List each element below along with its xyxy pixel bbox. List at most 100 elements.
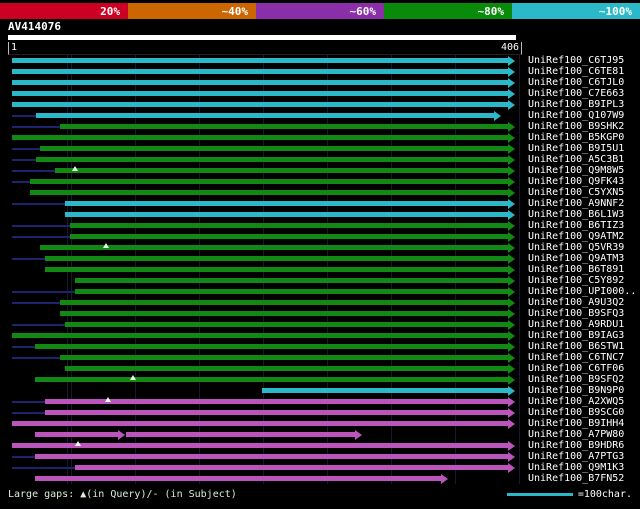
hit-label[interactable]: UniRef100_B9I5U1 xyxy=(528,143,624,154)
hit-label[interactable]: UniRef100_B6TIZ3 xyxy=(528,220,624,231)
hit-label[interactable]: UniRef100_C6TJL0 xyxy=(528,77,624,88)
alignment-bar[interactable] xyxy=(40,146,508,151)
alignment-bar[interactable] xyxy=(262,388,508,393)
alignment-arrowhead-icon xyxy=(508,144,515,154)
hit-label[interactable]: UniRef100_C5Y892 xyxy=(528,275,624,286)
hit-label[interactable]: UniRef100_B9IHH4 xyxy=(528,418,624,429)
hit-label[interactable]: UniRef100_B9N9P0 xyxy=(528,385,624,396)
alignment-bar[interactable] xyxy=(12,421,508,426)
low-score-extension xyxy=(12,302,60,304)
gap-marker-icon xyxy=(130,375,136,380)
alignment-arrowhead-icon xyxy=(508,232,515,242)
hit-label[interactable]: UniRef100_A7PW80 xyxy=(528,429,624,440)
hit-label[interactable]: UniRef100_C7E663 xyxy=(528,88,624,99)
hit-label[interactable]: UniRef100_B9IPL3 xyxy=(528,99,624,110)
alignment-bar[interactable] xyxy=(70,223,508,228)
hit-label[interactable]: UniRef100_Q107W9 xyxy=(528,110,624,121)
alignment-bar[interactable] xyxy=(126,432,355,437)
scale-segment: 20% xyxy=(0,3,128,19)
hit-label[interactable]: UniRef100_B9SHK2 xyxy=(528,121,624,132)
alignment-rows: UniRef100_C6TJ95 UniRef100_C6TE81 UniRef10… xyxy=(0,55,640,484)
hit-label[interactable]: UniRef100_B9IAG3 xyxy=(528,330,624,341)
hit-label[interactable]: UniRef100_C6TE81 xyxy=(528,66,624,77)
hit-label[interactable]: UniRef100_B5KGP0 xyxy=(528,132,624,143)
alignment-bar[interactable] xyxy=(12,58,508,63)
alignment-bar[interactable] xyxy=(55,168,508,173)
hit-label[interactable]: UniRef100_C5YXN5 xyxy=(528,187,624,198)
alignment-bar[interactable] xyxy=(35,344,508,349)
hit-label[interactable]: UniRef100_Q9M1K3 xyxy=(528,462,624,473)
alignment-bar[interactable] xyxy=(12,135,508,140)
hit-label[interactable]: UniRef100_Q9ATM3 xyxy=(528,253,624,264)
alignment-row: UniRef100_Q5VR39 xyxy=(0,242,640,253)
alignment-bar[interactable] xyxy=(60,311,508,316)
hit-label[interactable]: UniRef100_B6L1W3 xyxy=(528,209,624,220)
alignment-bar[interactable] xyxy=(12,443,508,448)
hit-label[interactable]: UniRef100_A7PTG3 xyxy=(528,451,624,462)
alignment-arrowhead-icon xyxy=(508,254,515,264)
hit-label[interactable]: UniRef100_Q9ATM2 xyxy=(528,231,624,242)
hit-label[interactable]: UniRef100_Q9M8W5 xyxy=(528,165,624,176)
alignment-bar[interactable] xyxy=(35,432,118,437)
alignment-bar[interactable] xyxy=(65,366,508,371)
alignment-bar[interactable] xyxy=(35,476,441,481)
alignment-arrowhead-icon xyxy=(508,188,515,198)
hit-label[interactable]: UniRef100_C6TJ95 xyxy=(528,55,624,66)
alignment-row: UniRef100_C6TE81 xyxy=(0,66,640,77)
alignment-bar[interactable] xyxy=(75,289,508,294)
low-score-extension xyxy=(12,412,45,414)
hit-label[interactable]: UniRef100_B9SFQ3 xyxy=(528,308,624,319)
hit-label[interactable]: UniRef100_A2XWQ5 xyxy=(528,396,624,407)
alignment-bar[interactable] xyxy=(12,80,508,85)
hit-label[interactable]: UniRef100_Q5VR39 xyxy=(528,242,624,253)
hit-label[interactable]: UniRef100_A9NNF2 xyxy=(528,198,624,209)
hit-label[interactable]: UniRef100_B9SCG0 xyxy=(528,407,624,418)
alignment-bar[interactable] xyxy=(65,322,508,327)
alignment-bar[interactable] xyxy=(12,333,508,338)
alignment-bar[interactable] xyxy=(45,410,508,415)
hit-label[interactable]: UniRef100_B6T891 xyxy=(528,264,624,275)
alignment-bar[interactable] xyxy=(45,267,508,272)
alignment-bar[interactable] xyxy=(60,300,508,305)
alignment-bar[interactable] xyxy=(65,212,508,217)
hit-label[interactable]: UniRef100_C6TNC7 xyxy=(528,352,624,363)
alignment-bar[interactable] xyxy=(30,190,508,195)
gap-marker-icon xyxy=(105,397,111,402)
alignment-arrowhead-icon xyxy=(508,166,515,176)
scale-segment-label: ~60% xyxy=(349,4,377,18)
alignment-bar[interactable] xyxy=(12,91,508,96)
hit-label[interactable]: UniRef100_UPI000.. xyxy=(528,286,636,297)
low-score-extension xyxy=(12,203,65,205)
hit-label[interactable]: UniRef100_C6TF06 xyxy=(528,363,624,374)
alignment-bar[interactable] xyxy=(75,465,508,470)
alignment-bar[interactable] xyxy=(60,124,508,129)
alignment-bar[interactable] xyxy=(45,399,508,404)
hit-label[interactable]: UniRef100_B9SFQ2 xyxy=(528,374,624,385)
alignment-bar[interactable] xyxy=(40,245,508,250)
alignment-bar[interactable] xyxy=(36,113,494,118)
alignment-bar[interactable] xyxy=(35,454,508,459)
alignment-bar[interactable] xyxy=(12,102,508,107)
hit-label[interactable]: UniRef100_B9HDR6 xyxy=(528,440,624,451)
alignment-bar[interactable] xyxy=(12,69,508,74)
hit-label[interactable]: UniRef100_B6STW1 xyxy=(528,341,624,352)
blast-overview-screen: 20% ~40% ~60% ~80% ~100% AV414076 1 406 UniR… xyxy=(0,0,640,509)
alignment-arrowhead-icon xyxy=(508,265,515,275)
alignment-bar[interactable] xyxy=(35,377,508,382)
alignment-arrowhead-icon xyxy=(494,111,501,121)
hit-label[interactable]: UniRef100_Q9FK43 xyxy=(528,176,624,187)
hit-label[interactable]: UniRef100_B7FN52 xyxy=(528,473,624,484)
alignment-bar[interactable] xyxy=(70,234,508,239)
alignment-bar[interactable] xyxy=(75,278,508,283)
alignment-bar[interactable] xyxy=(65,201,508,206)
alignment-bar[interactable] xyxy=(36,157,508,162)
low-score-extension xyxy=(12,236,70,238)
alignment-bar[interactable] xyxy=(45,256,508,261)
hit-label[interactable]: UniRef100_A5C3B1 xyxy=(528,154,624,165)
hit-label[interactable]: UniRef100_A9U3Q2 xyxy=(528,297,624,308)
alignment-bar[interactable] xyxy=(60,355,508,360)
gap-marker-icon xyxy=(75,441,81,446)
alignment-row: UniRef100_Q9FK43 xyxy=(0,176,640,187)
alignment-bar[interactable] xyxy=(30,179,508,184)
hit-label[interactable]: UniRef100_A9RDU1 xyxy=(528,319,624,330)
